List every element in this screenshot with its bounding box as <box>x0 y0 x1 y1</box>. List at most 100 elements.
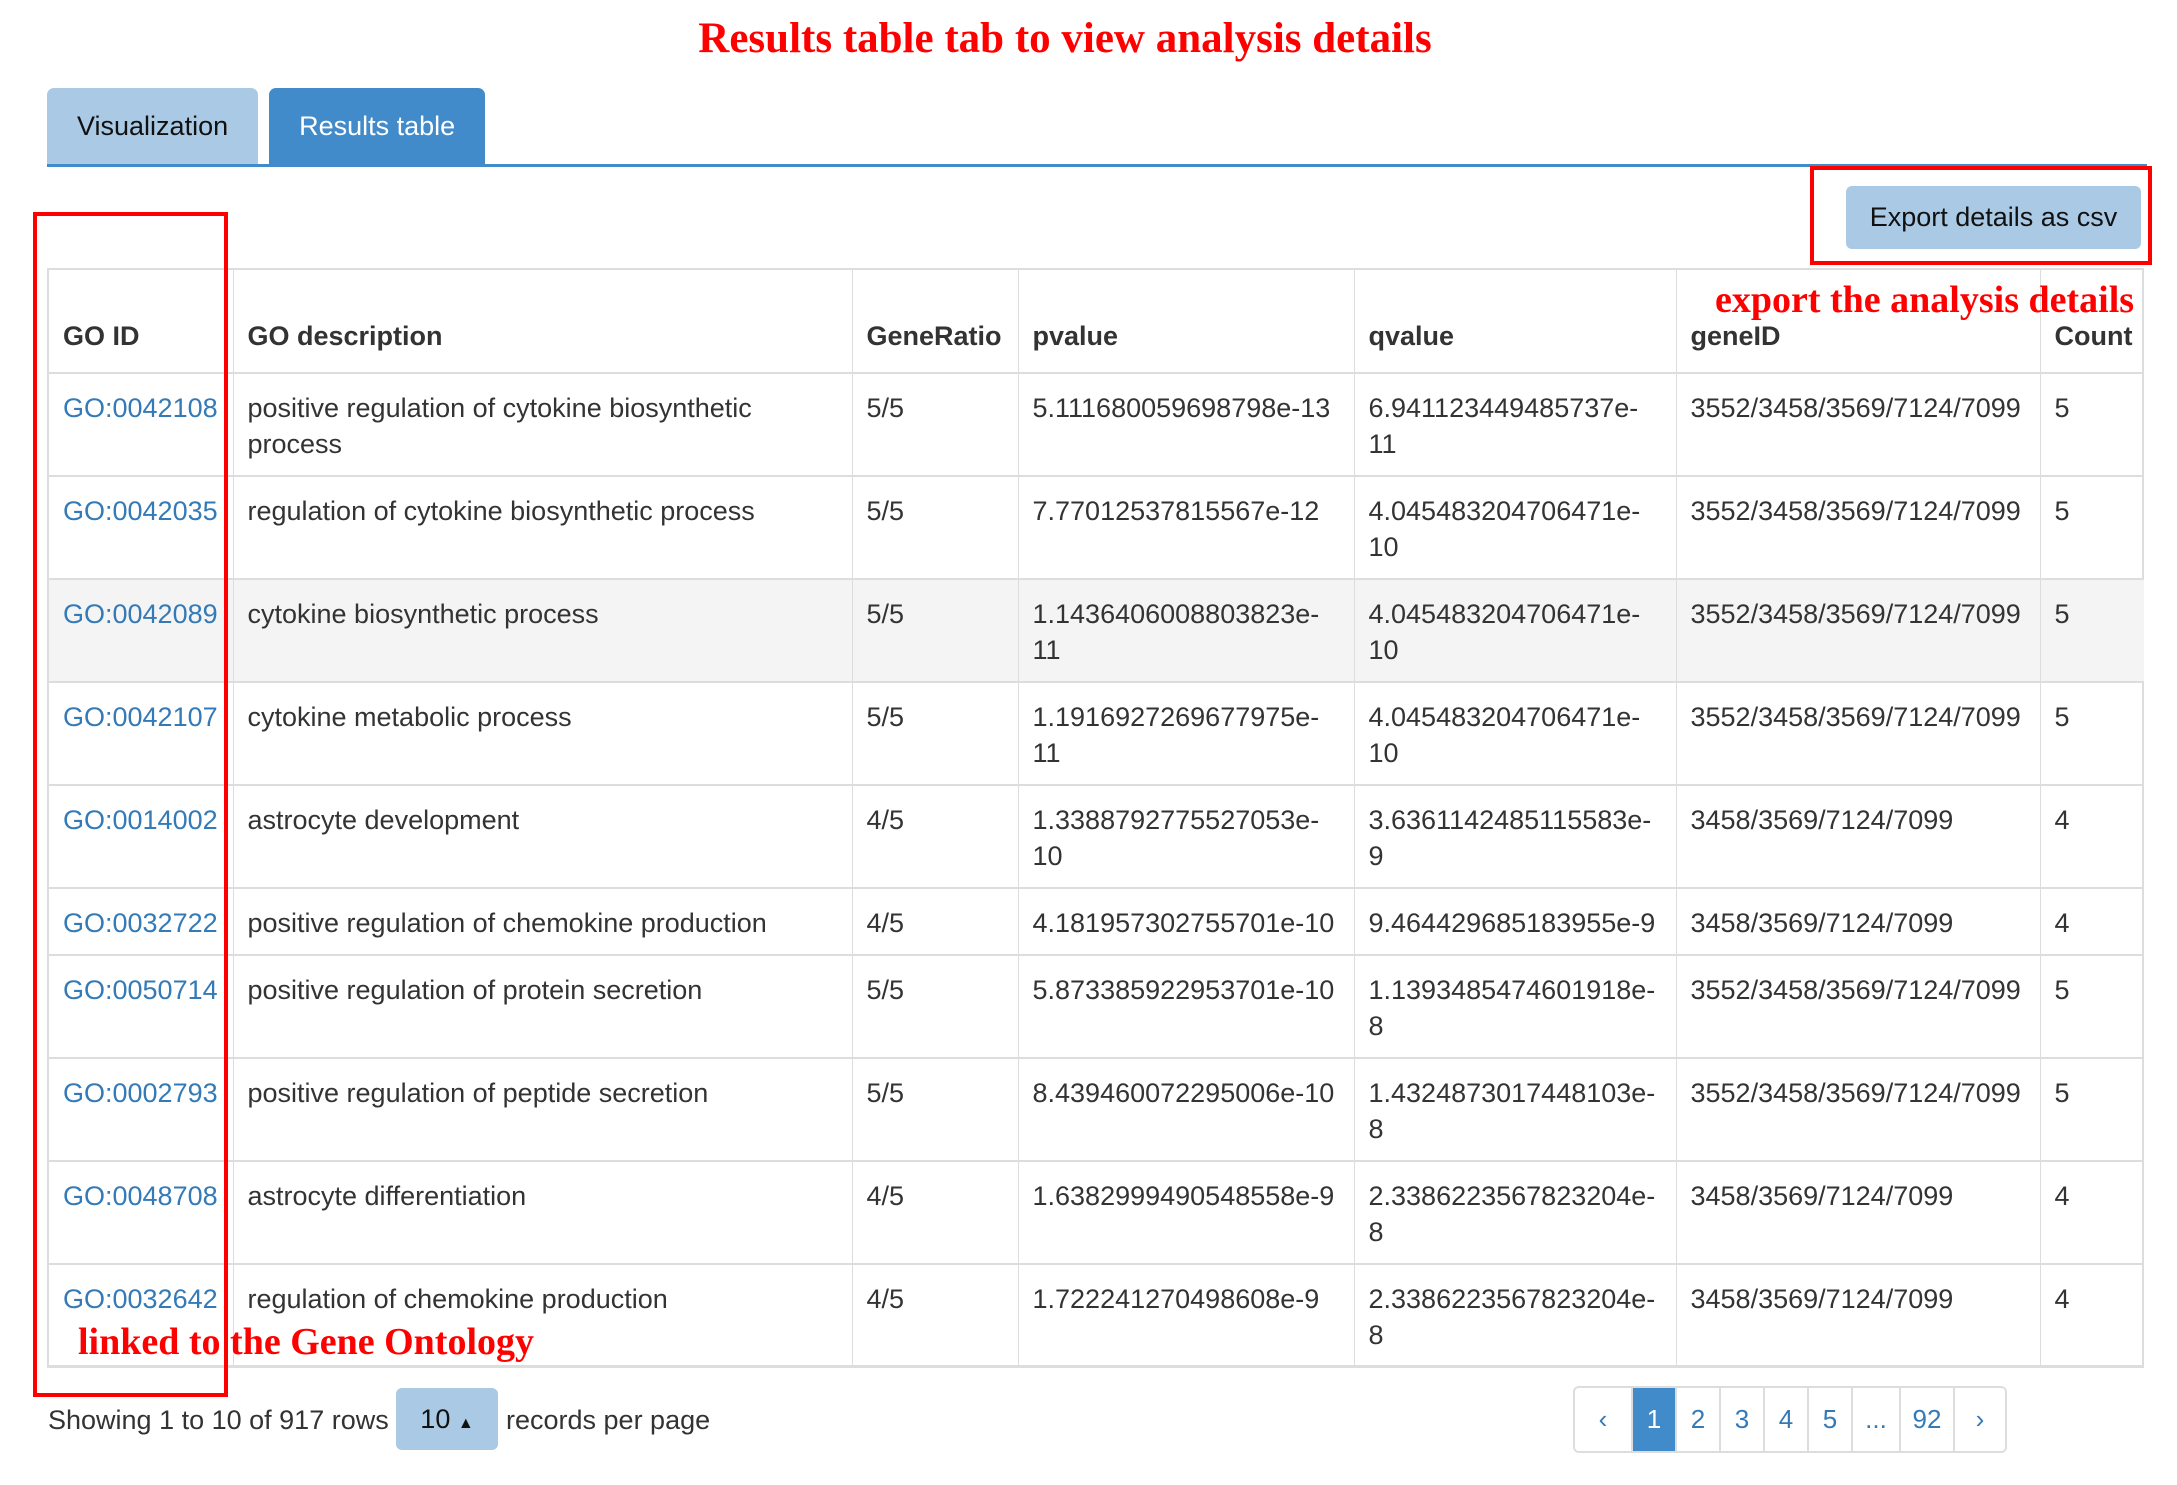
qvalue-cell: 2.3386223567823204e-8 <box>1368 1284 1656 1350</box>
gene-id-cell: 3552/3458/3569/7124/7099 <box>1690 975 2021 1005</box>
pvalue-cell: 1.6382999490548558e-9 <box>1032 1181 1335 1211</box>
annotation-export-note: export the analysis details <box>1715 279 2135 321</box>
gene-id-cell: 3458/3569/7124/7099 <box>1675 784 2040 888</box>
count-cell: 5 <box>2039 954 2144 1058</box>
pvalue-cell: 7.77012537815567e-12 <box>1032 496 1320 526</box>
header-go-id[interactable]: GO ID <box>49 270 233 374</box>
qvalue-cell: 4.045483204706471e-10 <box>1368 702 1641 768</box>
showing-rows-text: Showing 1 to 10 of 917 rows <box>48 1405 389 1435</box>
go-id-cell: GO:0042089 <box>49 578 233 682</box>
go-id-link[interactable]: GO:0032722 <box>63 908 218 938</box>
go-id-link[interactable]: GO:0042089 <box>63 599 218 629</box>
pagination: ‹ 1 2 3 4 5 ... 92 › <box>1573 1386 2007 1453</box>
go-id-link[interactable]: GO:0048708 <box>63 1181 218 1211</box>
gene-ratio-cell: 5/5 <box>866 702 905 732</box>
go-description-cell: astrocyte development <box>232 784 852 888</box>
gene-ratio-cell: 5/5 <box>851 372 1018 476</box>
header-pvalue[interactable]: pvalue <box>1017 270 1354 374</box>
gene-id-cell: 3458/3569/7124/7099 <box>1690 805 1954 835</box>
count-cell: 4 <box>2054 908 2070 938</box>
tab-results-table[interactable]: Results table <box>269 88 486 164</box>
table-row: GO:0042107 cytokine metabolic process 5/5 1… <box>49 681 2144 785</box>
pvalue-cell: 1.3388792775527053e-10 <box>1032 805 1320 871</box>
pvalue-cell: 1.722241270498608e-9 <box>1017 1263 1354 1367</box>
go-id-link[interactable]: GO:0014002 <box>63 805 218 835</box>
count-cell: 5 <box>2039 372 2144 476</box>
go-id-cell: GO:0014002 <box>49 784 233 888</box>
page-5-button[interactable]: 5 <box>1807 1388 1851 1451</box>
page-1-button[interactable]: 1 <box>1631 1388 1675 1451</box>
header-gene-ratio[interactable]: GeneRatio <box>851 270 1018 374</box>
per-page-value: 10 <box>420 1404 451 1434</box>
qvalue-cell: 4.045483204706471e-10 <box>1353 475 1676 579</box>
qvalue-cell: 1.4324873017448103e-8 <box>1368 1078 1656 1144</box>
page-3-button[interactable]: 3 <box>1719 1388 1763 1451</box>
count-cell: 5 <box>2054 975 2070 1005</box>
go-id-link[interactable]: GO:0002793 <box>63 1078 218 1108</box>
gene-id-cell: 3458/3569/7124/7099 <box>1690 1284 1954 1314</box>
count-cell: 4 <box>2054 1284 2070 1314</box>
pvalue-cell: 1.1436406008803823e-11 <box>1017 578 1354 682</box>
go-id-cell: GO:0050714 <box>49 954 233 1058</box>
go-id-cell: GO:0042107 <box>49 681 233 785</box>
qvalue-cell: 9.464429685183955e-9 <box>1353 887 1676 955</box>
gene-ratio-cell: 4/5 <box>866 1284 905 1314</box>
gene-id-cell: 3552/3458/3569/7124/7099 <box>1690 496 2021 526</box>
go-description-cell: cytokine metabolic process <box>247 702 572 732</box>
gene-ratio-cell: 5/5 <box>851 681 1018 785</box>
go-description-cell: positive regulation of cytokine biosynth… <box>232 372 852 476</box>
gene-ratio-cell: 4/5 <box>866 1181 905 1211</box>
go-id-cell: GO:0002793 <box>49 1057 233 1161</box>
gene-ratio-cell: 4/5 <box>866 908 905 938</box>
qvalue-cell: 2.3386223567823204e-8 <box>1353 1263 1676 1367</box>
go-id-link[interactable]: GO:0032642 <box>63 1284 218 1314</box>
count-cell: 5 <box>2054 393 2070 423</box>
go-id-cell: GO:0048708 <box>49 1160 233 1264</box>
pvalue-cell: 8.439460072295006e-10 <box>1017 1057 1354 1161</box>
tab-bar: Visualization Results table <box>47 88 496 164</box>
gene-ratio-cell: 5/5 <box>866 496 905 526</box>
qvalue-cell: 1.1393485474601918e-8 <box>1353 954 1676 1058</box>
qvalue-cell: 6.941123449485737e-11 <box>1353 372 1676 476</box>
go-id-link[interactable]: GO:0042035 <box>63 496 218 526</box>
qvalue-cell: 1.4324873017448103e-8 <box>1353 1057 1676 1161</box>
page-ellipsis: ... <box>1851 1388 1899 1451</box>
gene-id-cell: 3552/3458/3569/7124/7099 <box>1675 578 2040 682</box>
pvalue-cell: 5.873385922953701e-10 <box>1017 954 1354 1058</box>
page-2-button[interactable]: 2 <box>1675 1388 1719 1451</box>
page-next-button[interactable]: › <box>1953 1388 2005 1451</box>
go-id-link[interactable]: GO:0050714 <box>63 975 218 1005</box>
go-id-link[interactable]: GO:0042108 <box>63 393 218 423</box>
go-description-cell: positive regulation of cytokine biosynth… <box>247 393 752 459</box>
pvalue-cell: 1.3388792775527053e-10 <box>1017 784 1354 888</box>
table-row: GO:0048708 astrocyte differentiation 4/5 1.… <box>49 1160 2144 1264</box>
count-cell: 5 <box>2039 475 2144 579</box>
records-per-page-dropdown[interactable]: 10 ▲ <box>396 1388 498 1450</box>
gene-ratio-cell: 4/5 <box>866 805 905 835</box>
go-id-cell: GO:0042108 <box>49 372 233 476</box>
count-cell: 4 <box>2039 1263 2144 1367</box>
tab-visualization[interactable]: Visualization <box>47 88 259 164</box>
annotation-title: Results table tab to view analysis detai… <box>698 15 1432 62</box>
header-qvalue[interactable]: qvalue <box>1353 270 1676 374</box>
page-92-button[interactable]: 92 <box>1899 1388 1953 1451</box>
header-go-description[interactable]: GO description <box>232 270 852 374</box>
export-csv-button[interactable]: Export details as csv <box>1846 186 2141 249</box>
pvalue-cell: 1.1916927269677975e-11 <box>1032 702 1320 768</box>
go-description-cell: regulation of cytokine biosynthetic proc… <box>247 496 755 526</box>
count-cell: 5 <box>2054 1078 2070 1108</box>
go-id-cell: GO:0042035 <box>49 475 233 579</box>
table-row: GO:0014002 astrocyte development 4/5 1.3388… <box>49 784 2144 888</box>
page-prev-button[interactable]: ‹ <box>1575 1388 1631 1451</box>
table-row: GO:0050714 positive regulation of protein… <box>49 954 2144 1058</box>
qvalue-cell: 4.045483204706471e-10 <box>1353 681 1676 785</box>
count-cell: 5 <box>2054 702 2070 732</box>
gene-ratio-cell: 4/5 <box>851 887 1018 955</box>
gene-id-cell: 3552/3458/3569/7124/7099 <box>1675 681 2040 785</box>
page-4-button[interactable]: 4 <box>1763 1388 1807 1451</box>
go-description-cell: positive regulation of protein secretion <box>232 954 852 1058</box>
annotation-linked-note: linked to the Gene Ontology <box>78 1321 535 1363</box>
pvalue-cell: 4.181957302755701e-10 <box>1017 887 1354 955</box>
go-id-link[interactable]: GO:0042107 <box>63 702 218 732</box>
go-description-cell: positive regulation of peptide secretion <box>232 1057 852 1161</box>
